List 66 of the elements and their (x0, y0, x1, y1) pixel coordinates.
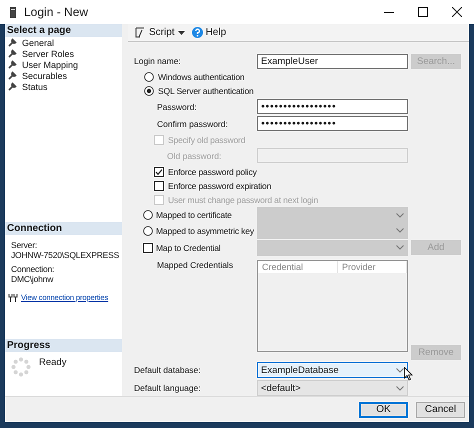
chevron-down-icon (396, 228, 404, 233)
page-item[interactable]: Status (5, 81, 122, 92)
wrench-icon (8, 60, 17, 69)
script-icon (134, 27, 146, 38)
field-label: Password: (156, 102, 198, 112)
page-item[interactable]: Securables (5, 70, 122, 81)
radio-button[interactable] (144, 72, 154, 82)
chevron-down-icon (396, 386, 404, 390)
login-name-field[interactable]: ExampleUser (257, 54, 408, 68)
chevron-down-icon (396, 368, 404, 372)
credentials-list[interactable]: Credential Provider (257, 260, 408, 352)
script-button[interactable]: Script (132, 27, 187, 38)
option-label: Enforce password expiration (168, 181, 272, 191)
checkbox[interactable] (154, 166, 164, 176)
dialog-button[interactable]: OK (359, 402, 408, 418)
checkbox[interactable] (143, 242, 153, 252)
field-label: Confirm password: (156, 118, 229, 128)
chevron-down-icon (396, 245, 404, 250)
plug-icon (8, 293, 18, 302)
dropdown[interactable]: ExampleDatabase (257, 362, 408, 378)
dialog-button[interactable]: Cancel (416, 402, 465, 418)
connection-label: Connection: (10, 264, 56, 274)
dropdown[interactable]: <default> (257, 380, 408, 396)
field-label: Default language: (134, 383, 202, 393)
radio-button[interactable] (143, 210, 153, 220)
server-icon (10, 6, 16, 18)
page-item[interactable]: Server Roles (5, 48, 122, 59)
progress-status: Ready (39, 357, 66, 370)
section-header: Select a page (5, 24, 122, 37)
section-header: Progress (5, 339, 122, 352)
maximize-icon (418, 7, 428, 17)
dropdown-arrow-icon (178, 30, 185, 34)
radio-button[interactable] (144, 86, 154, 96)
option-label: Mapped to certificate (156, 210, 232, 220)
field-label: Mapped Credentials (156, 260, 234, 270)
field-label: Login name: (134, 56, 182, 66)
wrench-icon (8, 49, 17, 58)
wrench-icon (8, 82, 17, 91)
wrench-icon (8, 38, 17, 47)
help-button[interactable]: Help (190, 27, 228, 38)
option-label: Specify old password (168, 134, 246, 144)
option-label: Mapped to asymmetric key (156, 226, 254, 236)
option-label: Windows authentication (158, 72, 244, 82)
help-icon (192, 27, 203, 38)
option-label: Enforce password policy (168, 166, 257, 176)
page-item[interactable]: General (5, 37, 122, 48)
mouse-cursor-icon (404, 367, 413, 381)
checkbox[interactable] (154, 181, 164, 191)
window-title: Login - New (24, 5, 90, 19)
column-header: Provider (338, 261, 407, 273)
server-name: JOHNW-7520\SQLEXPRESS (10, 250, 120, 260)
option-label: User must change password at next login (168, 195, 318, 205)
wrench-icon (8, 71, 17, 80)
option-label: SQL Server authentication (158, 86, 254, 96)
spinner-icon (11, 357, 31, 377)
connection-name: DMC\johnw (10, 274, 54, 284)
field-label: Default database: (134, 365, 202, 375)
server-label: Server: (10, 240, 38, 250)
chevron-down-icon (396, 212, 404, 218)
page-item[interactable]: User Mapping (5, 59, 122, 70)
column-header: Credential (258, 261, 338, 273)
section-header: Connection (5, 222, 122, 235)
close-icon (452, 7, 462, 17)
field-label: Old password: (166, 150, 222, 160)
option-label: Map to Credential (156, 242, 221, 252)
radio-button[interactable] (143, 226, 153, 236)
